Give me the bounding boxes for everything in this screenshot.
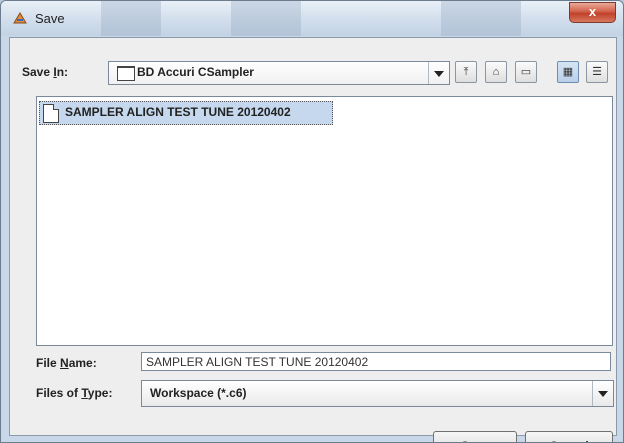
home-icon: ⌂ — [492, 66, 500, 78]
title-bar-shade — [101, 1, 161, 36]
new-folder-button[interactable]: ▭ — [515, 61, 537, 83]
title-bar-shade — [231, 1, 301, 36]
up-folder-button[interactable]: ⤒ — [455, 61, 477, 83]
java-app-icon — [13, 12, 27, 24]
list-item[interactable]: SAMPLER ALIGN TEST TUNE 20120402 — [39, 101, 333, 125]
chevron-down-icon[interactable] — [428, 62, 449, 84]
save-in-dropdown[interactable]: BD Accuri CSampler — [108, 61, 450, 85]
files-of-type-label: Files of Type: — [36, 386, 113, 400]
new-folder-icon: ▭ — [520, 66, 532, 78]
list-view-button[interactable]: ▦ — [557, 61, 579, 83]
cancel-button[interactable]: Cancel — [525, 431, 613, 442]
list-view-icon: ▦ — [562, 66, 574, 78]
files-of-type-dropdown[interactable]: Workspace (*.c6) — [141, 380, 614, 407]
file-item-name: SAMPLER ALIGN TEST TUNE 20120402 — [65, 105, 291, 119]
save-in-label: Save In: — [22, 65, 69, 79]
close-button[interactable]: x — [569, 2, 616, 23]
save-button[interactable]: Save — [433, 431, 517, 442]
save-dialog: Save x Save In: BD Accuri CSampler ⤒ ⌂ ▭… — [0, 0, 624, 443]
window-title: Save — [35, 11, 65, 26]
save-in-value: BD Accuri CSampler — [137, 65, 254, 79]
files-of-type-value: Workspace (*.c6) — [150, 386, 247, 400]
file-name-input[interactable]: SAMPLER ALIGN TEST TUNE 20120402 — [141, 352, 611, 371]
details-view-button[interactable]: ☰ — [586, 61, 608, 83]
file-list[interactable]: SAMPLER ALIGN TEST TUNE 20120402 — [36, 96, 613, 346]
title-bar[interactable]: Save x — [1, 1, 623, 36]
up-folder-icon: ⤒ — [463, 66, 469, 78]
details-view-icon: ☰ — [592, 66, 602, 78]
home-button[interactable]: ⌂ — [485, 61, 507, 83]
title-bar-shade — [441, 1, 521, 36]
document-icon — [43, 104, 59, 123]
chevron-down-icon[interactable] — [592, 381, 613, 406]
folder-icon — [117, 66, 135, 81]
dialog-body: Save In: BD Accuri CSampler ⤒ ⌂ ▭ ▦ ☰ SA… — [9, 37, 617, 442]
file-name-label: File Name: — [36, 356, 97, 370]
